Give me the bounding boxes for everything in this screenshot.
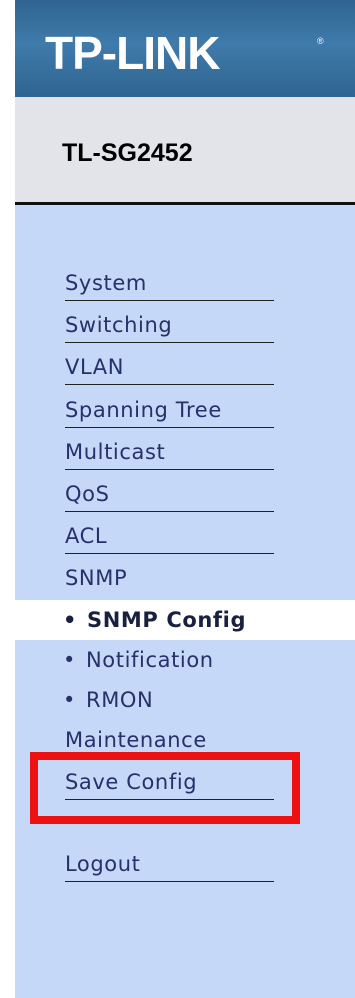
logo-bar: TP-LINK ® [15, 0, 355, 97]
menu-item-system[interactable]: System [65, 270, 274, 301]
submenu-item-rmon[interactable]: • RMON [63, 687, 153, 713]
bullet-icon: • [63, 688, 76, 712]
menu-item-switching[interactable]: Switching [65, 312, 274, 343]
registered-mark: ® [317, 36, 324, 46]
menu-item-acl[interactable]: ACL [65, 523, 274, 554]
model-name: TL-SG2452 [62, 139, 193, 167]
menu-item-snmp[interactable]: SNMP [65, 565, 274, 591]
submenu-item-notification[interactable]: • Notification [63, 647, 214, 673]
menu-item-multicast[interactable]: Multicast [65, 439, 274, 470]
submenu-item-snmp-config[interactable]: • SNMP Config [63, 607, 246, 633]
menu-item-qos[interactable]: QoS [65, 481, 274, 512]
submenu-item-label: Notification [86, 648, 214, 672]
model-bar: TL-SG2452 [15, 97, 355, 205]
submenu-item-label: SNMP Config [87, 608, 247, 632]
submenu-item-label: RMON [86, 688, 154, 712]
bullet-icon: • [63, 648, 76, 672]
bullet-icon: • [63, 608, 78, 632]
active-submenu-row: • SNMP Config [15, 600, 355, 640]
menu-item-logout[interactable]: Logout [65, 851, 274, 882]
highlight-box [30, 752, 300, 824]
menu-item-spanning-tree[interactable]: Spanning Tree [65, 397, 274, 428]
tp-link-logo: TP-LINK [45, 27, 220, 79]
sidebar-panel: TP-LINK ® TL-SG2452 System Switching VLA… [15, 0, 355, 998]
menu-item-vlan[interactable]: VLAN [65, 354, 274, 385]
